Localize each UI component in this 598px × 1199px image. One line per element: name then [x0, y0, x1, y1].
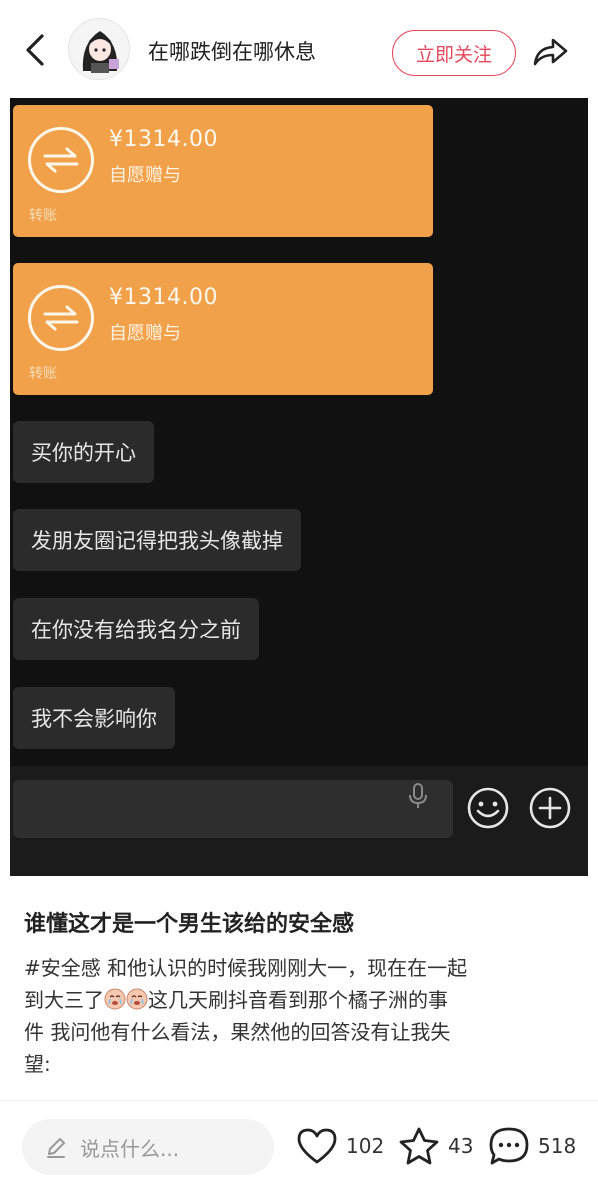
transfer-amount: ¥1314.00 [109, 285, 218, 310]
transfer-card: ¥1314.00 自愿赠与 转账 [13, 263, 433, 395]
comment-input[interactable]: 说点什么... [22, 1119, 274, 1175]
transfer-tag: 转账 [29, 208, 57, 224]
share-button[interactable] [528, 32, 572, 72]
transfer-card: ¥1314.00 自愿赠与 转账 [13, 105, 433, 237]
like-count: 102 [346, 1134, 385, 1158]
emoji-icon [467, 787, 509, 829]
comment-button[interactable]: 518 [488, 1123, 576, 1169]
comment-bubble-icon [489, 1127, 529, 1165]
crying-face-emoji-icon [104, 988, 126, 1010]
avatar[interactable] [68, 18, 130, 80]
comment-count: 518 [538, 1134, 577, 1158]
bottom-action-bar: 说点什么... 102 43 518 [0, 1100, 598, 1199]
share-arrow-icon [533, 38, 568, 66]
pencil-icon [47, 1138, 65, 1158]
chat-screenshot: ¥1314.00 自愿赠与 转账 ¥1314.00 自愿赠与 转账 买你的开心 … [10, 98, 588, 876]
post-text: 件 我问他有什么看法，果然他的回答没有让我失 [24, 1020, 451, 1044]
star-count: 43 [448, 1134, 474, 1158]
transfer-icon [28, 127, 94, 193]
plus-icon [529, 787, 571, 829]
collect-button[interactable]: 43 [398, 1123, 473, 1169]
avatar-illustration-icon [69, 19, 129, 79]
chevron-left-icon [26, 34, 44, 66]
post-text: 这几天刷抖音看到那个橘子洲的事 [148, 988, 448, 1012]
comment-placeholder: 说点什么... [80, 1136, 180, 1161]
post-title: 谁懂这才是一个男生该给的安全感 [24, 912, 355, 937]
chat-message: 我不会影响你 [13, 687, 175, 749]
follow-button[interactable]: 立即关注 [392, 30, 516, 76]
heart-icon [297, 1128, 337, 1164]
chat-input-bar [10, 766, 588, 876]
chat-message: 在你没有给我名分之前 [13, 598, 259, 660]
crying-face-emoji-icon [126, 988, 148, 1010]
transfer-note: 自愿赠与 [109, 165, 181, 186]
transfer-amount: ¥1314.00 [109, 127, 218, 152]
author-name[interactable]: 在哪跌倒在哪休息 [148, 36, 316, 66]
like-button[interactable]: 102 [296, 1123, 384, 1169]
post-text: 望: [24, 1052, 51, 1076]
post-body: #安全感 和他认识的时候我刚刚大一，现在在一起 到大三了 这几天刷抖音看到那个橘… [24, 952, 576, 1080]
top-navbar: 在哪跌倒在哪休息 立即关注 [0, 0, 598, 98]
transfer-tag: 转账 [29, 366, 57, 382]
chat-message: 买你的开心 [13, 421, 154, 483]
microphone-icon [409, 783, 427, 808]
post-text: 到大三了 [24, 988, 104, 1012]
star-icon [399, 1127, 439, 1165]
post-text: 和他认识的时候我刚刚大一，现在在一起 [100, 956, 468, 980]
transfer-icon [28, 285, 94, 351]
transfer-note: 自愿赠与 [109, 323, 181, 344]
chat-message: 发朋友圈记得把我头像截掉 [13, 509, 301, 571]
hashtag-link[interactable]: #安全感 [24, 956, 101, 980]
back-button[interactable] [18, 30, 52, 70]
chat-input [13, 780, 453, 838]
